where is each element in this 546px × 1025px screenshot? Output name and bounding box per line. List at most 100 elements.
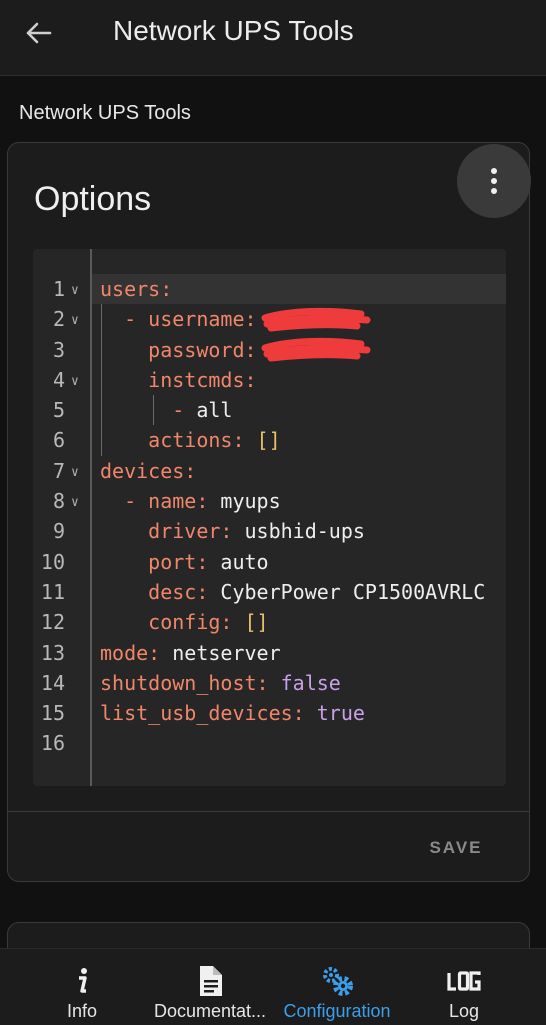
code-token: desc: [100, 579, 221, 604]
nav-item-configuration[interactable]: Configuration [278, 949, 396, 1025]
code-token: instcmds: [100, 367, 257, 392]
code-line[interactable]: 9 driver: usbhid-ups [33, 516, 506, 546]
code-line[interactable]: 12 config: [] [33, 607, 506, 637]
code-token: config: [100, 610, 245, 635]
nav-item-documentation[interactable]: Documentat... [150, 949, 270, 1025]
arrow-left-icon [26, 22, 52, 44]
code-text: users: [100, 274, 172, 304]
line-number: 4 [52, 367, 65, 392]
redaction-scribble [261, 307, 371, 332]
code-line[interactable]: 13 mode: netserver [33, 638, 506, 668]
code-token: shutdown_host: [100, 670, 281, 695]
code-text: - name: myups [100, 486, 281, 516]
code-line[interactable]: 6 actions: [] [33, 425, 506, 455]
nav-item-info[interactable]: Info [42, 949, 122, 1025]
nav-label-configuration: Configuration [283, 1001, 391, 1021]
code-token: port: [100, 549, 221, 574]
code-token: netserver [172, 640, 281, 665]
code-token: [] [256, 428, 281, 453]
code-line[interactable]: 15 list_usb_devices: true [33, 698, 506, 728]
section-title: Network UPS Tools [19, 102, 191, 124]
options-card: Options 1 ∨ users: 2 ∨ - username: 3 password… [7, 142, 531, 882]
code-token: all [196, 398, 233, 423]
code-token: - [100, 489, 149, 514]
code-line[interactable]: 2 ∨ - username: [33, 304, 506, 334]
code-token: driver: [100, 519, 245, 544]
line-number: 10 [40, 549, 65, 574]
code-token: true [316, 701, 365, 726]
code-token: - [100, 307, 149, 332]
nav-label-documentation: Documentat... [153, 1001, 267, 1021]
nav-label-info: Info [66, 1001, 98, 1021]
yaml-code-editor[interactable]: 1 ∨ users: 2 ∨ - username: 3 password: 4 ∨ inst… [33, 249, 506, 786]
code-token: name: [148, 489, 221, 514]
save-button[interactable]: SAVE [416, 833, 496, 863]
code-text: devices: [100, 456, 196, 486]
overflow-menu-button[interactable] [457, 144, 531, 218]
code-text: driver: usbhid-ups [100, 516, 365, 546]
code-token: false [280, 670, 341, 695]
line-number: 13 [40, 640, 65, 665]
page-title: Network UPS Tools [113, 15, 354, 46]
code-token: auto [220, 549, 269, 574]
info-icon [42, 965, 122, 997]
code-token: [] [244, 610, 269, 635]
fold-chevron-icon[interactable]: ∨ [71, 276, 79, 306]
code-text: config: [] [100, 607, 269, 637]
code-line[interactable]: 8 ∨ - name: myups [33, 486, 506, 516]
code-line[interactable]: 1 ∨ users: [33, 274, 506, 304]
fold-chevron-icon[interactable]: ∨ [71, 367, 79, 397]
line-number: 14 [40, 670, 65, 695]
fold-chevron-icon[interactable]: ∨ [71, 458, 79, 488]
line-number: 6 [52, 428, 65, 453]
code-token: mode: [100, 640, 173, 665]
code-token: username: [148, 307, 257, 332]
code-token: actions: [100, 428, 257, 453]
code-line[interactable]: 7 ∨ devices: [33, 456, 506, 486]
code-text: list_usb_devices: true [100, 698, 365, 728]
line-number: 12 [40, 610, 65, 635]
line-number: 15 [40, 701, 65, 726]
fold-chevron-icon[interactable]: ∨ [71, 488, 79, 518]
line-number: 9 [52, 519, 65, 544]
code-token: devices: [100, 458, 197, 483]
line-number: 2 [52, 307, 65, 332]
code-line[interactable]: 3 password: [33, 335, 506, 365]
code-token: password: [100, 337, 257, 362]
code-token: list_usb_devices: [100, 701, 317, 726]
line-number: 11 [40, 579, 65, 604]
code-line[interactable]: 14 shutdown_host: false [33, 668, 506, 698]
redaction-scribble [261, 337, 371, 362]
code-text: password: [100, 335, 371, 367]
card-divider [8, 811, 529, 812]
card-title: Options [34, 180, 152, 218]
code-line[interactable]: 5 - all [33, 395, 506, 425]
line-number: 7 [52, 458, 65, 483]
line-number: 8 [52, 489, 65, 514]
dots-vertical-icon [491, 168, 497, 194]
line-number: 16 [40, 731, 65, 756]
document-icon [150, 965, 270, 997]
code-text: - username: [100, 304, 371, 336]
code-line[interactable]: 11 desc: CyberPower CP1500AVRLC [33, 577, 506, 607]
fold-chevron-icon[interactable]: ∨ [71, 306, 79, 336]
code-text: - all [100, 395, 232, 425]
back-button[interactable] [16, 14, 60, 52]
cogs-icon [278, 965, 396, 997]
code-text: actions: [] [100, 425, 281, 455]
code-token: usbhid-ups [244, 519, 365, 544]
code-token: - [100, 398, 197, 423]
code-text: shutdown_host: false [100, 668, 341, 698]
nav-label-log: Log [448, 1001, 480, 1021]
top-app-bar: Network UPS Tools [0, 0, 546, 76]
code-line[interactable]: 4 ∨ instcmds: [33, 365, 506, 395]
code-text: instcmds: [100, 365, 257, 395]
code-text: port: auto [100, 547, 269, 577]
code-line[interactable]: 16 [33, 728, 506, 758]
code-line[interactable]: 10 port: auto [33, 547, 506, 577]
nav-item-log[interactable]: Log [424, 949, 504, 1025]
code-text: desc: CyberPower CP1500AVRLC [100, 577, 485, 607]
code-token: users: [100, 277, 173, 301]
line-number: 3 [52, 337, 65, 362]
line-number: 1 [52, 277, 65, 301]
